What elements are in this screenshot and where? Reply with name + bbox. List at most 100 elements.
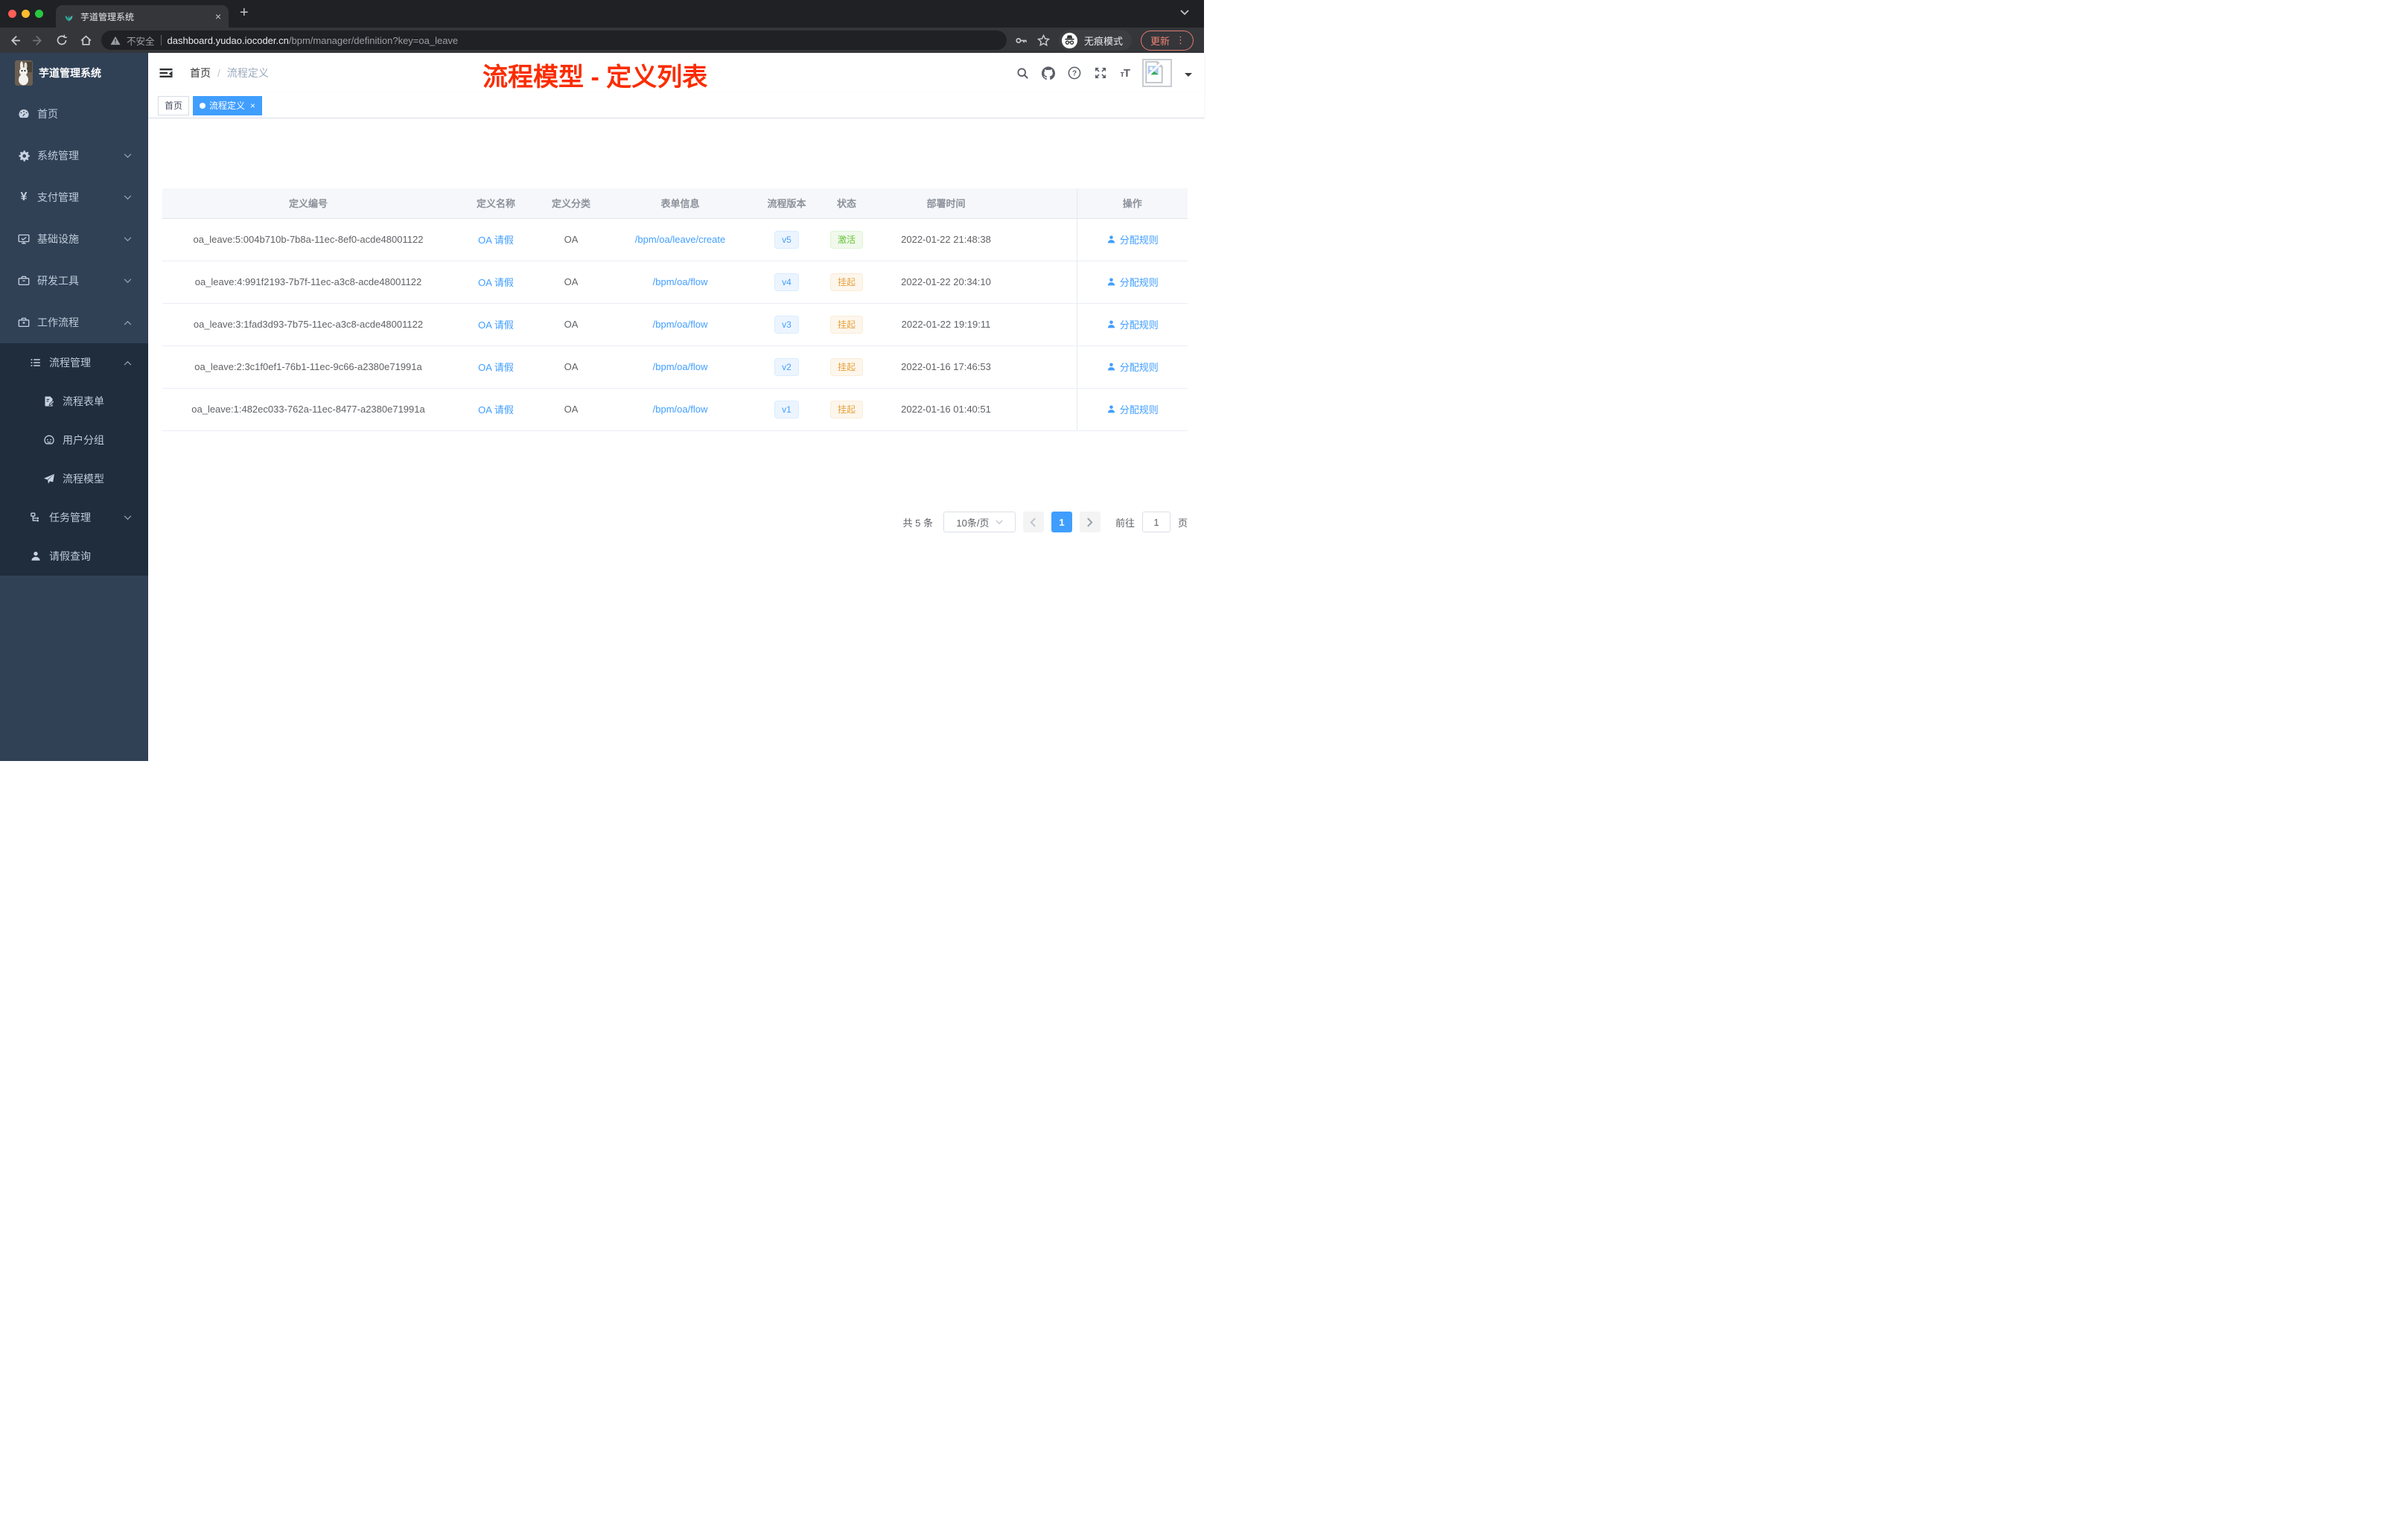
workflow-submenu: 流程管理 流程表单 用户分组 流程模型 任务管理 请假查询 [0, 343, 148, 576]
chevron-left-icon [1030, 517, 1036, 527]
browser-update-button[interactable]: 更新 ⋮ [1141, 30, 1194, 51]
sidebar-item-task-management[interactable]: 任务管理 [0, 498, 148, 537]
sidebar-item-infrastructure[interactable]: 基础设施 [0, 218, 148, 260]
user-icon [1107, 278, 1115, 286]
col-process-version: 流程版本 [756, 188, 818, 219]
tab-search-chevron-icon[interactable] [1180, 10, 1189, 16]
sidebar-item-payment[interactable]: ¥ 支付管理 [0, 176, 148, 218]
forward-icon[interactable] [31, 34, 45, 47]
incognito-badge: 无痕模式 [1059, 30, 1133, 51]
broken-image-icon [1145, 61, 1164, 83]
favicon-plant-icon [63, 11, 74, 22]
tag-close-icon[interactable]: × [250, 101, 255, 111]
address-bar[interactable]: 不安全 dashboard.yudao.iocoder.cn/bpm/manag… [101, 31, 1007, 50]
font-size-icon[interactable]: тT [1120, 67, 1130, 80]
assign-rule-button[interactable]: 分配规则 [1106, 275, 1159, 289]
github-icon[interactable] [1042, 66, 1056, 80]
version-badge: v2 [774, 357, 799, 376]
goto-page-input[interactable] [1141, 512, 1170, 532]
chevron-up-icon [124, 360, 132, 366]
definition-name-link[interactable]: OA 请假 [478, 404, 514, 415]
status-badge: 挂起 [829, 357, 863, 376]
sidebar-toggle-icon[interactable] [159, 66, 173, 80]
avatar-dropdown-caret-icon[interactable] [1185, 73, 1192, 80]
definition-table: 定义编号 定义名称 定义分类 表单信息 流程版本 状态 部署时间 操作 oa_l… [162, 188, 1188, 431]
chevron-down-icon [124, 236, 132, 242]
user-group-icon [43, 434, 55, 446]
sidebar-item-process-model[interactable]: 流程模型 [0, 459, 148, 498]
deploy-time: 2022-01-22 21:48:38 [876, 218, 1016, 261]
prev-page-button[interactable] [1022, 512, 1044, 532]
assign-rule-button[interactable]: 分配规则 [1106, 402, 1159, 416]
next-page-button[interactable] [1079, 512, 1101, 532]
window-zoom-button[interactable] [35, 10, 43, 18]
definition-name-link[interactable]: OA 请假 [478, 277, 514, 288]
sidebar-item-workflow[interactable]: 工作流程 [0, 302, 148, 343]
bookmark-star-icon[interactable] [1036, 34, 1050, 47]
sidebar-item-leave-query[interactable]: 请假查询 [0, 537, 148, 576]
app-window: 芋道管理系统 首页 系统管理 ¥ 支付管理 基础设施 研发工具 工作流程 流程管… [0, 53, 1204, 761]
definition-id: oa_leave:2:3c1f0ef1-76b1-11ec-9c66-a2380… [162, 346, 454, 389]
user-icon [30, 550, 42, 562]
form-link[interactable]: /bpm/oa/flow [653, 361, 708, 372]
assign-rule-button[interactable]: 分配规则 [1106, 360, 1159, 374]
paper-plane-icon [43, 473, 55, 485]
page-size-select[interactable]: 10条/页 [943, 512, 1016, 532]
sidebar-item-process-form[interactable]: 流程表单 [0, 382, 148, 421]
status-badge: 激活 [829, 230, 863, 249]
status-badge: 挂起 [829, 400, 863, 418]
tab-close-icon[interactable]: × [215, 11, 221, 22]
browser-tab[interactable]: 芋道管理系统 × [56, 5, 229, 28]
url-text: dashboard.yudao.iocoder.cn/bpm/manager/d… [167, 34, 459, 46]
home-icon[interactable] [79, 34, 92, 47]
definition-name-link[interactable]: OA 请假 [478, 235, 514, 246]
sidebar-logo[interactable]: 芋道管理系统 [0, 53, 148, 93]
gear-icon [18, 150, 30, 162]
form-link[interactable]: /bpm/oa/flow [653, 276, 708, 287]
security-label[interactable]: 不安全 [127, 34, 155, 48]
col-definition-name: 定义名称 [454, 188, 538, 219]
sidebar-item-process-management[interactable]: 流程管理 [0, 343, 148, 382]
definition-id: oa_leave:1:482ec033-762a-11ec-8477-a2380… [162, 388, 454, 431]
definition-name-link[interactable]: OA 请假 [478, 319, 514, 331]
user-icon [1107, 320, 1115, 328]
active-dot [200, 102, 206, 109]
pagination: 共 5 条 10条/页 1 前往 页 [148, 512, 1188, 532]
tag-process-definition[interactable]: 流程定义 × [193, 95, 263, 115]
sidebar-item-user-group[interactable]: 用户分组 [0, 421, 148, 459]
back-icon[interactable] [7, 34, 21, 47]
browser-url-bar: 不安全 dashboard.yudao.iocoder.cn/bpm/manag… [0, 28, 1204, 53]
incognito-label: 无痕模式 [1084, 35, 1124, 47]
browser-menu-dots-icon[interactable]: ⋮ [1176, 34, 1185, 46]
fullscreen-icon[interactable] [1094, 66, 1107, 80]
breadcrumb-home[interactable]: 首页 [190, 66, 211, 80]
assign-rule-button[interactable]: 分配规则 [1106, 232, 1159, 246]
definition-id: oa_leave:3:1fad3d93-7b75-11ec-a3c8-acde4… [162, 303, 454, 346]
reload-icon[interactable] [55, 34, 69, 47]
search-icon[interactable] [1016, 66, 1029, 80]
new-tab-button[interactable]: + [240, 4, 249, 22]
svg-text:?: ? [1072, 70, 1077, 78]
sidebar-item-system[interactable]: 系统管理 [0, 135, 148, 176]
tag-home[interactable]: 首页 [158, 95, 190, 115]
form-link[interactable]: /bpm/oa/flow [653, 319, 708, 330]
sidebar-item-devtools[interactable]: 研发工具 [0, 260, 148, 302]
current-page[interactable]: 1 [1051, 512, 1072, 532]
window-close-button[interactable] [8, 10, 16, 18]
help-icon[interactable]: ? [1068, 66, 1081, 80]
form-link[interactable]: /bpm/oa/flow [653, 404, 708, 415]
password-key-icon[interactable] [1014, 34, 1028, 47]
form-link[interactable]: /bpm/oa/leave/create [635, 234, 725, 245]
sidebar-item-home[interactable]: 首页 [0, 93, 148, 135]
window-minimize-button[interactable] [22, 10, 30, 18]
assign-rule-button[interactable]: 分配规则 [1106, 317, 1159, 331]
deploy-time: 2022-01-16 01:40:51 [876, 388, 1016, 431]
incognito-icon [1061, 32, 1078, 49]
definition-name-link[interactable]: OA 请假 [478, 362, 514, 373]
deploy-time: 2022-01-22 19:19:11 [876, 303, 1016, 346]
avatar[interactable] [1142, 59, 1172, 87]
yen-icon: ¥ [20, 191, 28, 203]
page-label: 页 [1177, 517, 1188, 529]
chevron-down-icon [124, 153, 132, 159]
table-row: oa_leave:3:1fad3d93-7b75-11ec-a3c8-acde4… [162, 303, 1188, 346]
